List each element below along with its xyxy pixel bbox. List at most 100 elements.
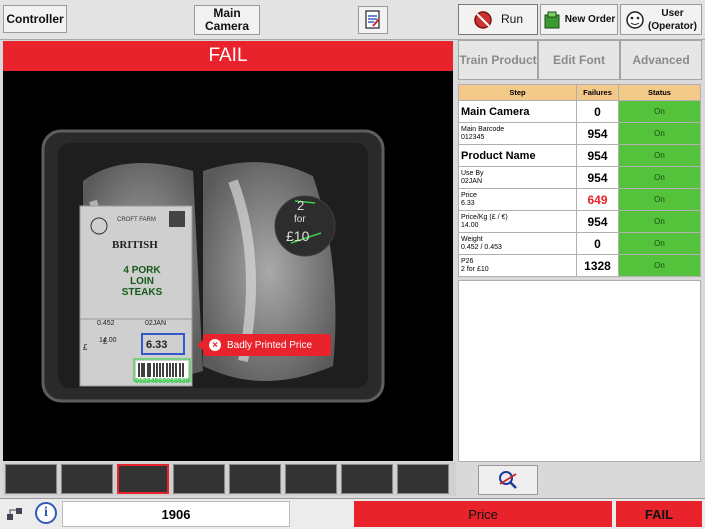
header-status: Status: [618, 84, 701, 101]
header-step: Step: [458, 84, 577, 101]
step-status-toggle[interactable]: On: [618, 232, 701, 255]
tab-train-product-label: Train Product: [459, 53, 537, 67]
user-button[interactable]: User (Operator): [620, 4, 702, 35]
tab-edit-font-label: Edit Font: [553, 53, 605, 67]
thumbnail-strip: [3, 462, 456, 496]
thumbnail[interactable]: [285, 464, 337, 494]
callout-pointer: [197, 340, 203, 350]
new-order-label: New Order: [564, 14, 616, 25]
step-failures: 0: [576, 100, 619, 123]
thumbnail[interactable]: [341, 464, 393, 494]
label-price: 6.33: [146, 339, 168, 351]
thumbnail[interactable]: [5, 464, 57, 494]
close-icon: ×: [209, 339, 221, 351]
step-row[interactable]: Use By 02JAN 954 On: [458, 166, 701, 189]
step-row[interactable]: Price/Kg (£ / €) 14.00 954 On: [458, 210, 701, 233]
step-status-toggle[interactable]: On: [618, 122, 701, 145]
thumbnail[interactable]: [397, 464, 449, 494]
step-value: 14.00: [461, 221, 479, 229]
step-row[interactable]: Product Name 954 On: [458, 144, 701, 167]
step-status-toggle[interactable]: On: [618, 210, 701, 233]
controller-label: Controller: [6, 11, 64, 26]
label-barcode-digits: 01234560063538: [135, 378, 190, 385]
step-name-cell: Price 6.33: [458, 188, 577, 211]
step-name: Main Barcode: [461, 125, 505, 133]
stop-icon: [474, 10, 492, 29]
step-value: 012345: [461, 133, 485, 141]
step-status-toggle[interactable]: On: [618, 166, 701, 189]
network-icon[interactable]: [3, 504, 27, 524]
step-name: Product Name: [461, 149, 536, 162]
controller-button[interactable]: Controller: [3, 5, 67, 33]
step-name-cell: P26 2 for £10: [458, 254, 577, 277]
step-failures: 954: [576, 166, 619, 189]
step-status-toggle[interactable]: On: [618, 100, 701, 123]
label-use-by: 02JAN: [145, 320, 167, 327]
step-failures: 0: [576, 232, 619, 255]
camera-view: £ CROFT FARM BRITISH 4 PORK LOIN STEAKS …: [3, 71, 453, 461]
promo-line1: 2: [297, 198, 305, 213]
error-callout: × Badly Printed Price: [197, 334, 331, 356]
steps-table-empty-area: [458, 280, 701, 462]
step-failures: 954: [576, 144, 619, 167]
step-name: Price/Kg (£ / €): [461, 213, 508, 221]
tab-advanced[interactable]: Advanced: [620, 40, 702, 80]
steps-table: Step Failures Status Main Camera 0 On Main …: [458, 84, 701, 277]
step-value: 2 for £10: [461, 265, 489, 273]
step-failures: 649: [576, 188, 619, 211]
main-camera-label: Main Camera: [204, 6, 250, 33]
steps-table-header: Step Failures Status: [458, 84, 701, 101]
tab-edit-font[interactable]: Edit Font: [538, 40, 620, 80]
step-value: 6.33: [461, 199, 475, 207]
label-farm: CROFT FARM: [117, 217, 156, 223]
header-failures: Failures: [576, 84, 619, 101]
label-kg-price: 14.00: [99, 337, 117, 344]
thumbnail-selected[interactable]: [117, 464, 169, 494]
new-order-button[interactable]: New Order: [540, 4, 618, 35]
inspect-button[interactable]: [478, 465, 538, 495]
tab-train-product[interactable]: Train Product: [458, 40, 538, 80]
tab-advanced-label: Advanced: [632, 53, 690, 67]
failed-step-indicator: Price: [354, 501, 612, 527]
step-name-cell: Product Name: [458, 144, 577, 167]
promo-line2: for: [294, 214, 306, 225]
step-row[interactable]: P26 2 for £10 1328 On: [458, 254, 701, 277]
step-value: 0.452 / 0.453: [461, 243, 502, 251]
step-status-toggle[interactable]: On: [618, 188, 701, 211]
label-product-name: 4 PORK LOIN STEAKS: [121, 265, 163, 298]
inspection-count: 1906: [62, 501, 290, 527]
step-status-toggle[interactable]: On: [618, 254, 701, 277]
step-name: Main Camera: [461, 105, 530, 118]
thumbnail[interactable]: [61, 464, 113, 494]
run-label: Run: [500, 12, 523, 26]
step-name-cell: Price/Kg (£ / €) 14.00: [458, 210, 577, 233]
callout-text: Badly Printed Price: [227, 339, 313, 351]
info-icon[interactable]: i: [35, 502, 57, 524]
user-icon: [626, 10, 644, 29]
camera-result-text: FAIL: [208, 45, 248, 66]
user-label: User (Operator): [648, 7, 697, 32]
thumbnail[interactable]: [229, 464, 281, 494]
step-name-cell: Weight 0.452 / 0.453: [458, 232, 577, 255]
report-icon[interactable]: [358, 6, 388, 34]
step-row[interactable]: Main Barcode 012345 954 On: [458, 122, 701, 145]
step-row[interactable]: Weight 0.452 / 0.453 0 On: [458, 232, 701, 255]
step-name: Use By: [461, 169, 484, 177]
run-button[interactable]: Run: [458, 4, 538, 35]
step-row[interactable]: Main Camera 0 On: [458, 100, 701, 123]
step-failures: 954: [576, 122, 619, 145]
step-failures: 954: [576, 210, 619, 233]
thumbnail[interactable]: [173, 464, 225, 494]
step-name-cell: Main Camera: [458, 100, 577, 123]
label-origin: BRITISH: [112, 239, 158, 251]
main-camera-button[interactable]: Main Camera: [194, 5, 260, 35]
camera-image: £: [41, 129, 385, 403]
step-name: P26: [461, 257, 474, 265]
step-name: Weight: [461, 235, 483, 243]
inspect-icon: [499, 471, 517, 489]
camera-result-banner: FAIL: [3, 41, 453, 71]
promo-line3: £10: [286, 228, 310, 244]
label-weight: 0.452: [97, 320, 115, 327]
step-status-toggle[interactable]: On: [618, 144, 701, 167]
step-row[interactable]: Price 6.33 649 On: [458, 188, 701, 211]
